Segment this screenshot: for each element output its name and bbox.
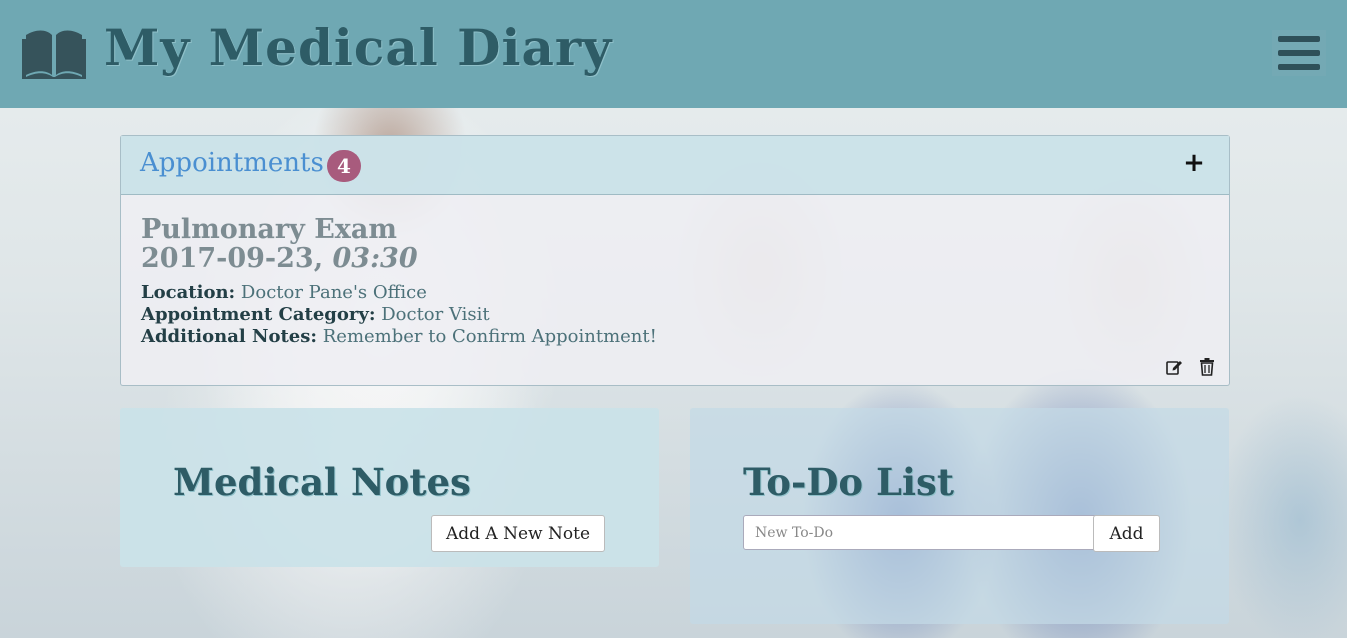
edit-appointment-button[interactable] <box>1163 357 1185 379</box>
hamburger-icon-bar <box>1278 50 1320 56</box>
app-header: My Medical Diary <box>0 0 1347 108</box>
appointment-time: 03:30 <box>332 243 418 274</box>
hamburger-icon-bar <box>1278 64 1320 70</box>
notes-value: Remember to Confirm Appointment! <box>322 326 657 347</box>
add-todo-button[interactable]: Add <box>1093 515 1160 552</box>
menu-button[interactable] <box>1272 30 1326 76</box>
appointment-datetime: 2017-09-23, 03:30 <box>141 244 1209 273</box>
appointment-date: 2017-09-23, <box>141 243 324 274</box>
delete-appointment-button[interactable] <box>1196 357 1218 379</box>
todo-panel: To-Do List Add <box>690 408 1229 624</box>
medical-notes-title: Medical Notes <box>173 460 471 504</box>
appointment-count-badge: 4 <box>327 150 361 182</box>
appointment-item: Pulmonary Exam 2017-09-23, 03:30 Locatio… <box>121 195 1229 348</box>
notes-row: Additional Notes: Remember to Confirm Ap… <box>141 326 1209 348</box>
category-row: Appointment Category: Doctor Visit <box>141 304 1209 326</box>
appointments-panel: Appointments 4 + Pulmonary Exam 2017-09-… <box>120 135 1230 386</box>
new-todo-input[interactable] <box>743 515 1097 550</box>
todo-title: To-Do List <box>743 460 954 504</box>
appointment-name: Pulmonary Exam <box>141 214 397 245</box>
appointment-actions <box>1157 357 1218 380</box>
appointments-header: Appointments 4 + <box>121 136 1229 195</box>
add-appointment-button[interactable]: + <box>1179 148 1209 178</box>
medical-notes-panel: Medical Notes Add A New Note <box>120 408 659 567</box>
notes-label: Additional Notes: <box>141 326 317 347</box>
appointments-title[interactable]: Appointments <box>140 148 324 178</box>
location-label: Location: <box>141 282 236 303</box>
location-row: Location: Doctor Pane's Office <box>141 282 1209 304</box>
add-note-button[interactable]: Add A New Note <box>431 515 605 552</box>
category-label: Appointment Category: <box>141 304 376 325</box>
trash-icon <box>1200 357 1215 376</box>
edit-icon <box>1166 360 1182 375</box>
app-title: My Medical Diary <box>104 18 613 77</box>
open-book-icon <box>22 27 86 79</box>
hamburger-icon <box>1278 36 1320 42</box>
appointment-details: Location: Doctor Pane's Office Appointme… <box>141 282 1209 348</box>
location-value: Doctor Pane's Office <box>240 282 427 303</box>
category-value: Doctor Visit <box>381 304 490 325</box>
